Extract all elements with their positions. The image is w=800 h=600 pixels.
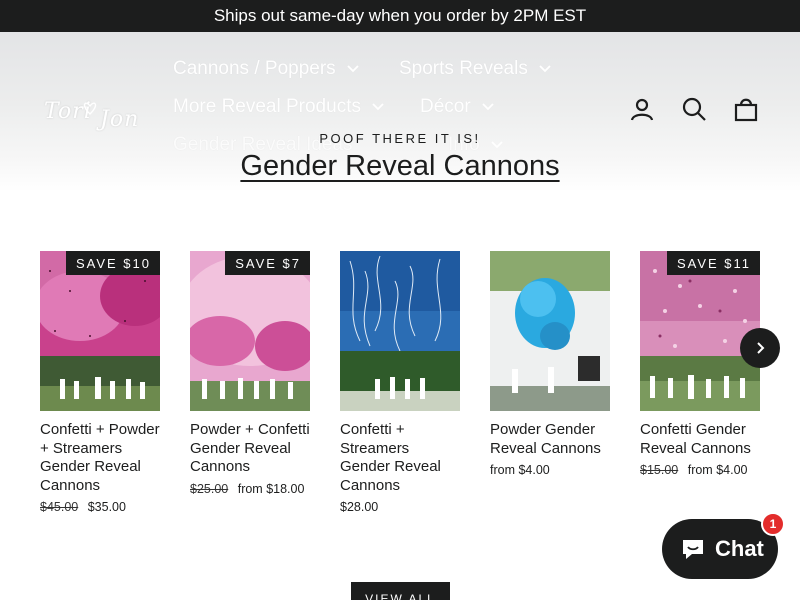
product-image[interactable]: SAVE $7 xyxy=(190,251,310,411)
logo-mark: Tori Jon xyxy=(44,99,139,132)
announcement-text: Ships out same-day when you order by 2PM… xyxy=(213,6,587,25)
product-title[interactable]: Confetti + Streamers Gender Reveal Canno… xyxy=(340,421,460,495)
nav-label: More Reveal Products xyxy=(173,96,361,117)
view-all-button[interactable]: VIEW ALL xyxy=(351,582,450,600)
chat-bubble-icon xyxy=(683,540,703,559)
nav-label: Décor xyxy=(420,96,471,117)
collection-title-link[interactable]: Gender Reveal Cannons xyxy=(0,150,800,183)
product-price: $45.00 $35.00 xyxy=(40,498,160,516)
nav-label: Sports Reveals xyxy=(399,58,528,79)
sale-price: from $4.00 xyxy=(687,463,748,477)
nav-decor[interactable]: Décor xyxy=(420,96,495,118)
svg-text:Tori: Tori xyxy=(44,99,92,124)
product-image[interactable] xyxy=(490,251,610,411)
sale-badge: SAVE $11 xyxy=(666,251,760,275)
blue-powder-burst-house xyxy=(490,251,610,411)
product-title[interactable]: Powder + Confetti Gender Reveal Cannons xyxy=(190,421,310,477)
product-title[interactable]: Confetti + Powder + Streamers Gender Rev… xyxy=(40,421,160,495)
collection-title: Gender Reveal Cannons xyxy=(240,150,560,182)
unread-count-badge: 1 xyxy=(761,512,785,536)
product-image[interactable]: SAVE $11 xyxy=(640,251,760,411)
product-price: from $4.00 xyxy=(490,461,610,479)
sale-price: $28.00 xyxy=(340,500,379,514)
compare-at-price: $15.00 xyxy=(640,463,679,477)
blue-sky-streamers xyxy=(340,251,460,411)
product-title[interactable]: Powder Gender Reveal Cannons xyxy=(490,421,610,458)
store-logo[interactable]: Tori Jon xyxy=(42,88,142,136)
product-price: $15.00 from $4.00 xyxy=(640,461,760,479)
product-price: $25.00 from $18.00 xyxy=(190,480,310,498)
bag-icon xyxy=(734,98,758,122)
sale-price: from $18.00 xyxy=(237,481,305,496)
chevron-down-icon xyxy=(372,103,384,111)
cart-button[interactable] xyxy=(731,94,761,124)
product-title[interactable]: Confetti Gender Reveal Cannons xyxy=(640,421,760,458)
pink-powder-confetti-crowd xyxy=(40,251,160,411)
search-icon xyxy=(682,97,706,121)
chevron-down-icon xyxy=(347,65,359,73)
account-button[interactable] xyxy=(627,94,657,124)
compare-at-price: $45.00 xyxy=(40,500,79,514)
compare-at-price: $25.00 xyxy=(190,481,229,496)
svg-text:Jon: Jon xyxy=(96,107,139,132)
product-card[interactable]: Confetti + Streamers Gender Reveal Canno… xyxy=(340,251,460,516)
nav-cannons-poppers[interactable]: Cannons / Poppers xyxy=(173,58,360,80)
product-price: $28.00 xyxy=(340,498,460,516)
product-card[interactable]: Powder Gender Reveal Cannons from $4.00 xyxy=(490,251,610,479)
sale-price: $35.00 xyxy=(87,500,126,514)
user-icon xyxy=(630,98,654,121)
product-card[interactable]: SAVE $11 Confetti Gender Reveal Cannons … xyxy=(640,251,760,479)
nav-label: Cannons / Poppers xyxy=(173,58,336,79)
product-card[interactable]: SAVE $7 Powder + Confetti Gender Reveal … xyxy=(190,251,310,498)
sale-badge: SAVE $7 xyxy=(225,251,310,275)
nav-sports-reveals[interactable]: Sports Reveals xyxy=(399,58,552,80)
chevron-down-icon xyxy=(539,65,551,73)
chevron-right-icon xyxy=(757,342,765,354)
product-card[interactable]: SAVE $10 Confetti + Powder + Streamers G… xyxy=(40,251,160,516)
sale-badge: SAVE $10 xyxy=(65,251,160,275)
announcement-bar: Ships out same-day when you order by 2PM… xyxy=(0,0,800,32)
collection-kicker: POOF THERE IT IS! xyxy=(319,131,481,146)
pink-confetti-crowd xyxy=(640,251,760,411)
product-image[interactable]: SAVE $10 xyxy=(40,251,160,411)
chat-widget-button[interactable]: Chat xyxy=(662,519,778,579)
pink-powder-cloud-crowd xyxy=(190,251,310,411)
product-image[interactable] xyxy=(340,251,460,411)
chevron-down-icon xyxy=(482,103,494,111)
chat-label: Chat xyxy=(715,536,764,561)
nav-more-reveal-products[interactable]: More Reveal Products xyxy=(173,96,385,118)
sale-price: from $4.00 xyxy=(490,463,550,477)
carousel-next-button[interactable] xyxy=(740,328,780,368)
search-button[interactable] xyxy=(679,94,709,124)
